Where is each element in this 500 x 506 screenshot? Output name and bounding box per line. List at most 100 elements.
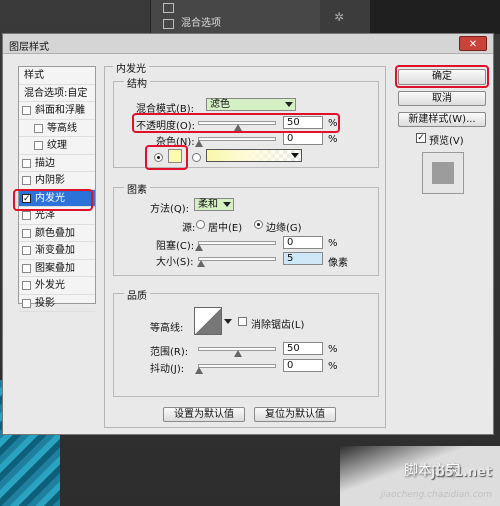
style-item[interactable]: 混合选项:自定 (19, 85, 95, 102)
elements-title: 图素 (124, 181, 150, 196)
cancel-label: 取消 (432, 93, 452, 104)
size-value: 5 (287, 253, 294, 264)
style-item-label: 渐变叠加 (35, 245, 75, 256)
choke-slider[interactable] (195, 241, 276, 251)
style-item-label: 纹理 (47, 140, 67, 151)
style-checkbox[interactable] (22, 106, 31, 115)
style-item[interactable]: 等高线 (19, 120, 95, 137)
inner-glow-panel: 内发光 结构 混合模式(B): 滤色 不透明度(O): 50 % 杂色(N): … (104, 60, 386, 428)
choke-label: 阻塞(C): (156, 241, 195, 252)
layer-icon (163, 3, 174, 13)
styles-list: 样式混合选项:自定斜面和浮雕等高线纹理描边内阴影内发光光泽颜色叠加渐变叠加图案叠… (18, 66, 96, 312)
dark-panel (370, 0, 500, 34)
jitter-slider[interactable] (195, 364, 276, 374)
style-checkbox[interactable] (34, 141, 43, 150)
size-slider[interactable] (197, 257, 276, 267)
source-edge-label: 边缘(G) (266, 223, 302, 234)
source-center-radio[interactable] (196, 220, 205, 229)
style-checkbox[interactable] (22, 263, 31, 273)
style-item[interactable]: 外发光 (19, 277, 95, 295)
panel-title: 内发光 (113, 60, 149, 75)
gear-icon[interactable]: ✲ (334, 10, 344, 24)
size-slider-thumb[interactable] (197, 260, 205, 267)
style-item[interactable]: 图案叠加 (19, 260, 95, 277)
set-default-label: 设置为默认值 (174, 409, 234, 420)
noise-slider-thumb[interactable] (195, 140, 203, 147)
jitter-slider-thumb[interactable] (195, 367, 203, 374)
size-label: 大小(S): (156, 257, 194, 268)
range-slider[interactable] (198, 347, 276, 357)
chevron-down-icon[interactable] (224, 319, 232, 324)
style-item-label: 光泽 (35, 210, 55, 221)
panel-strip: ✲ (320, 0, 370, 34)
style-checkbox[interactable] (22, 246, 31, 255)
watermark-url: jiaocheng.chazidian.com (380, 490, 492, 500)
style-item[interactable]: 样式 (19, 67, 95, 85)
reset-default-label: 复位为默认值 (265, 409, 325, 420)
style-item-label: 内阴影 (35, 175, 65, 186)
style-checkbox[interactable] (22, 211, 31, 220)
close-button[interactable]: ✕ (459, 36, 487, 51)
dialog-titlebar[interactable]: 图层样式 ✕ (3, 34, 493, 54)
style-item-label: 外发光 (35, 280, 65, 291)
choke-slider-thumb[interactable] (195, 244, 203, 251)
style-item[interactable]: 斜面和浮雕 (19, 102, 95, 120)
jitter-value: 0 (287, 360, 294, 371)
noise-slider[interactable] (195, 137, 276, 147)
new-style-label: 新建样式(W)... (408, 114, 476, 125)
layers-row (151, 0, 320, 16)
style-item-label: 投影 (35, 297, 55, 309)
gradient-radio[interactable] (192, 153, 201, 162)
range-field[interactable]: 50 (283, 342, 323, 355)
contour-preview[interactable] (194, 307, 222, 335)
jitter-field[interactable]: 0 (283, 359, 323, 372)
highlight-inner-glow-item (13, 189, 93, 211)
range-value: 50 (287, 343, 300, 354)
style-checkbox[interactable] (22, 158, 31, 168)
layers-row-label: 混合选项 (181, 18, 221, 29)
style-checkbox[interactable] (22, 176, 31, 185)
cancel-button[interactable]: 取消 (398, 91, 486, 106)
style-item-label: 样式 (24, 70, 44, 81)
style-checkbox[interactable] (34, 123, 43, 133)
quality-group: 品质 等高线: 消除锯齿(L) 范围(R): 50 % 抖动(J): 0 % (113, 287, 379, 397)
preview-label: 预览(V) (429, 136, 464, 147)
chevron-down-icon (223, 202, 231, 207)
source-edge-radio[interactable] (254, 220, 263, 229)
noise-field[interactable]: 0 (283, 132, 323, 145)
range-label: 范围(R): (150, 347, 189, 358)
layer-style-dialog: 图层样式 ✕ 样式混合选项:自定斜面和浮雕等高线纹理描边内阴影 内发光光泽颜色叠加… (2, 33, 494, 435)
style-item[interactable]: 投影 (19, 295, 95, 312)
style-checkbox[interactable] (22, 228, 31, 238)
noise-unit: % (328, 134, 338, 145)
preview-checkbox[interactable]: ✓ (416, 133, 426, 143)
style-item[interactable]: 纹理 (19, 137, 95, 155)
source-center-label: 居中(E) (208, 223, 243, 234)
highlight-color-swatch (145, 145, 188, 170)
style-item-label: 斜面和浮雕 (35, 105, 85, 116)
gradient-picker[interactable] (206, 149, 302, 162)
blend-mode-select[interactable]: 滤色 (206, 98, 296, 111)
set-default-button[interactable]: 设置为默认值 (163, 407, 245, 422)
layers-row-blend[interactable]: 混合选项 (151, 16, 320, 32)
style-item[interactable]: 描边 (19, 155, 95, 172)
size-unit: 像素 (328, 258, 348, 269)
dialog-title: 图层样式 (9, 42, 49, 53)
choke-field[interactable]: 0 (283, 236, 323, 249)
range-slider-thumb[interactable] (234, 350, 242, 357)
style-item[interactable]: 渐变叠加 (19, 242, 95, 260)
highlight-opacity-row (132, 113, 340, 133)
style-item[interactable]: 颜色叠加 (19, 225, 95, 242)
style-item-label: 图案叠加 (35, 262, 75, 274)
new-style-button[interactable]: 新建样式(W)... (398, 112, 486, 127)
reset-default-button[interactable]: 复位为默认值 (254, 407, 336, 422)
style-item-label: 混合选项:自定 (24, 87, 88, 99)
blend-mode-value: 滤色 (210, 99, 230, 110)
style-checkbox[interactable] (22, 298, 31, 308)
style-checkbox[interactable] (22, 281, 31, 290)
method-select[interactable]: 柔和 (194, 198, 234, 211)
size-field[interactable]: 5 (283, 252, 323, 265)
style-item[interactable]: 内阴影 (19, 172, 95, 190)
style-item-label: 等高线 (47, 122, 77, 134)
antialias-checkbox[interactable] (238, 317, 247, 326)
